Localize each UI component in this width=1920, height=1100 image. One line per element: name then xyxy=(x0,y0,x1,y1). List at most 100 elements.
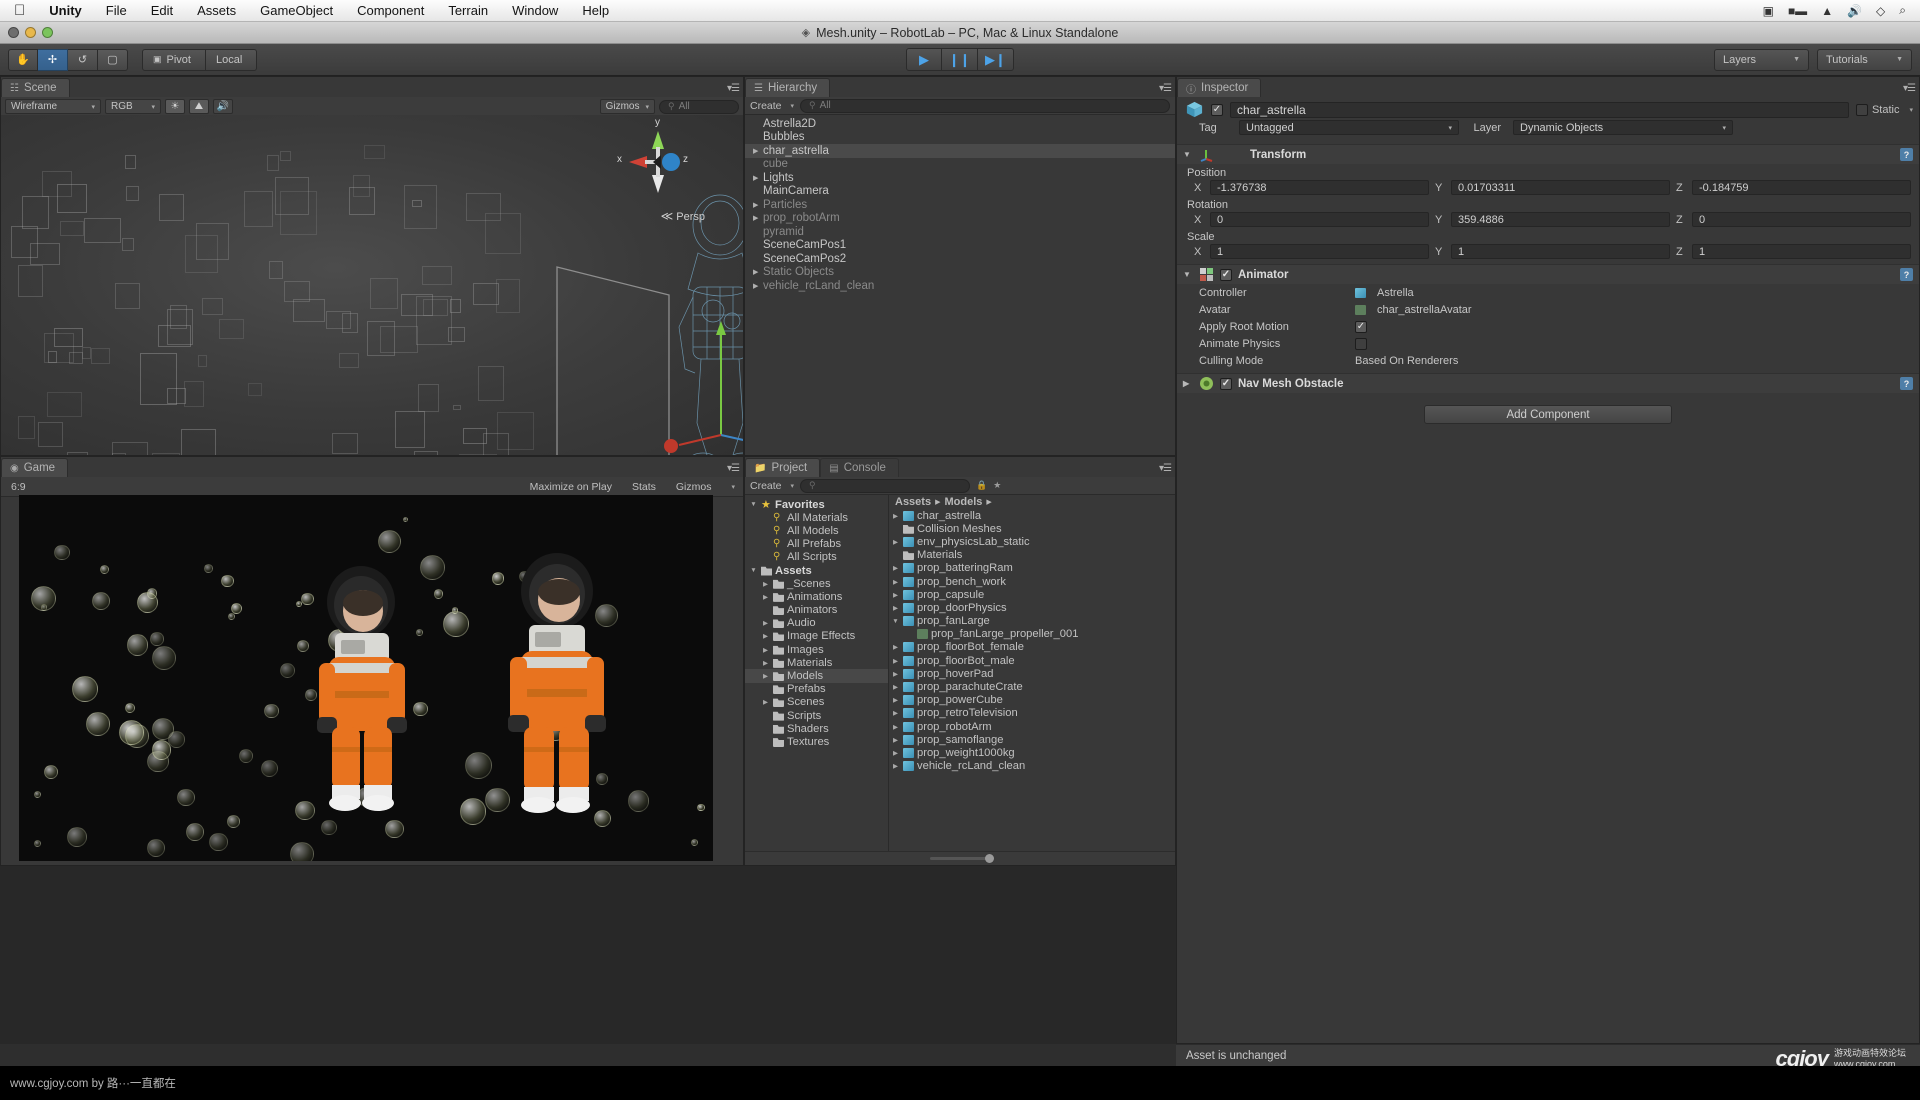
scene-menu-icon[interactable]: ▾☰ xyxy=(727,83,740,94)
asset-item-prop-doorphysics[interactable]: ▶ prop_doorPhysics xyxy=(889,601,1175,614)
layers-dropdown[interactable]: Layers ▼ xyxy=(1714,48,1809,71)
project-tree-item-assets[interactable]: ▼ Assets xyxy=(745,564,888,577)
skybox-icon[interactable]: ⛰ xyxy=(189,99,209,114)
add-component-button[interactable]: Add Component xyxy=(1424,405,1672,424)
chevron-right-icon[interactable]: ▶ xyxy=(891,670,900,678)
position-z-field[interactable]: -0.184759 xyxy=(1692,180,1911,195)
scene-viewport[interactable]: x y z ≪ Persp xyxy=(1,115,743,455)
chevron-right-icon[interactable]: ▶ xyxy=(753,282,763,290)
project-tree-item-animators[interactable]: ▶Animators xyxy=(745,604,888,617)
chevron-right-icon[interactable]: ▶ xyxy=(753,174,763,182)
audio-icon[interactable]: 🔊 xyxy=(213,99,233,114)
hierarchy-list[interactable]: ▶Astrella2D▶Bubbles▶char_astrella▶cube▶L… xyxy=(745,115,1175,455)
asset-item-prop-robotarm[interactable]: ▶ prop_robotArm xyxy=(889,720,1175,733)
space-toggle[interactable]: Local xyxy=(205,48,258,71)
animator-property-value[interactable]: char_astrellaAvatar xyxy=(1377,304,1472,316)
chevron-right-icon[interactable]: ▶ xyxy=(891,736,900,744)
chevron-right-icon[interactable]: ▶ xyxy=(761,646,770,654)
tag-dropdown[interactable]: Untagged ▾ xyxy=(1239,120,1459,135)
tab-game[interactable]: ◉ Game xyxy=(1,458,69,477)
project-tree-item--scenes[interactable]: ▶ _Scenes xyxy=(745,577,888,590)
scene-search-input[interactable]: ⚲ All xyxy=(659,99,739,114)
project-asset-list[interactable]: Assets▶Models▶ ▶char_astrella▶Collision … xyxy=(889,495,1175,851)
chevron-right-icon[interactable]: ▶ xyxy=(891,604,900,612)
color-mode-dropdown[interactable]: RGB ▾ xyxy=(105,99,161,114)
project-tree-item-all-prefabs[interactable]: ▶⚲All Prefabs xyxy=(745,538,888,551)
asset-item-collision-meshes[interactable]: ▶Collision Meshes xyxy=(889,522,1175,535)
menu-unity[interactable]: Unity xyxy=(37,0,94,22)
hierarchy-item-static-objects[interactable]: ▶ Static Objects xyxy=(745,266,1175,280)
animator-property-value[interactable]: Astrella xyxy=(1377,287,1414,299)
inspector-menu-icon[interactable]: ▾☰ xyxy=(1903,83,1916,94)
game-menu-icon[interactable]: ▾☰ xyxy=(727,463,740,474)
hierarchy-item-particles[interactable]: ▶ Particles xyxy=(745,198,1175,212)
lock-icon[interactable]: 🔒 xyxy=(976,480,987,491)
asset-item-prop-batteringram[interactable]: ▶ prop_batteringRam xyxy=(889,562,1175,575)
project-tree-item-shaders[interactable]: ▶Shaders xyxy=(745,722,888,735)
project-tree-item-scenes[interactable]: ▶ Scenes xyxy=(745,696,888,709)
project-menu-icon[interactable]: ▾☰ xyxy=(1159,463,1172,474)
chevron-right-icon[interactable]: ▶ xyxy=(761,672,770,680)
hierarchy-item-vehicle-rcland-clean[interactable]: ▶ vehicle_rcLand_clean xyxy=(745,279,1175,293)
layer-dropdown[interactable]: Dynamic Objects ▾ xyxy=(1513,120,1733,135)
menu-gameobject[interactable]: GameObject xyxy=(248,0,345,22)
chevron-right-icon[interactable]: ▶ xyxy=(891,564,900,572)
asset-item-prop-floorbot-male[interactable]: ▶ prop_floorBot_male xyxy=(889,654,1175,667)
hierarchy-search-input[interactable]: ⚲ All xyxy=(800,98,1170,113)
animator-enabled-checkbox[interactable]: ✓ xyxy=(1220,268,1232,281)
chevron-right-icon[interactable]: ▶ xyxy=(891,749,900,757)
apply-root-motion-checkbox[interactable]: ✓ xyxy=(1355,320,1367,333)
play-icon[interactable]: ▶ xyxy=(906,48,942,71)
gizmos-dropdown[interactable]: Gizmos ▾ xyxy=(599,99,655,114)
maximize-on-play-toggle[interactable]: Maximize on Play xyxy=(524,481,618,493)
chevron-right-icon[interactable]: ▶ xyxy=(891,709,900,717)
asset-item-prop-fanlarge-propeller-001[interactable]: ▶prop_fanLarge_propeller_001 xyxy=(889,628,1175,641)
chevron-right-icon[interactable]: ▶ xyxy=(753,147,763,155)
tab-hierarchy[interactable]: ☰ Hierarchy xyxy=(745,78,831,97)
asset-item-vehicle-rcland-clean[interactable]: ▶ vehicle_rcLand_clean xyxy=(889,760,1175,773)
chevron-right-icon[interactable]: ▶ xyxy=(891,762,900,770)
scene-projection-label[interactable]: ≪ Persp xyxy=(661,209,705,223)
tab-project[interactable]: 📁 Project xyxy=(745,458,821,477)
asset-item-prop-floorbot-female[interactable]: ▶ prop_floorBot_female xyxy=(889,641,1175,654)
chevron-right-icon[interactable]: ▶ xyxy=(761,698,770,706)
object-name-field[interactable]: char_astrella xyxy=(1230,101,1849,118)
project-tree-item-audio[interactable]: ▶ Audio xyxy=(745,617,888,630)
scale-z-field[interactable]: 1 xyxy=(1692,244,1911,259)
asset-item-prop-fanlarge[interactable]: ▼ prop_fanLarge xyxy=(889,615,1175,628)
chevron-down-icon[interactable]: ▼ xyxy=(749,501,758,508)
project-tree-item-favorites[interactable]: ▼ ★ Favorites xyxy=(745,498,888,511)
asset-item-prop-parachutecrate[interactable]: ▶ prop_parachuteCrate xyxy=(889,680,1175,693)
hierarchy-item-astrella2d[interactable]: ▶Astrella2D xyxy=(745,117,1175,131)
chevron-down-icon[interactable]: ▼ xyxy=(749,567,758,574)
orientation-gizmo[interactable]: x y z xyxy=(617,117,691,195)
chevron-right-icon[interactable]: ▶ xyxy=(761,580,770,588)
search-icon[interactable]: ⌕ xyxy=(1899,3,1906,18)
hierarchy-item-bubbles[interactable]: ▶Bubbles xyxy=(745,131,1175,145)
hierarchy-item-scenecampos1[interactable]: ▶SceneCamPos1 xyxy=(745,239,1175,253)
tab-console[interactable]: ▤ Console xyxy=(820,458,899,477)
chevron-right-icon[interactable]: ▶ xyxy=(753,214,763,222)
rotation-x-field[interactable]: 0 xyxy=(1210,212,1429,227)
stats-toggle[interactable]: Stats xyxy=(626,481,662,493)
screen-record-icon[interactable]: ▣ xyxy=(1763,4,1774,18)
animator-property-value[interactable]: Based On Renderers xyxy=(1355,355,1458,367)
hierarchy-item-prop-robotarm[interactable]: ▶ prop_robotArm xyxy=(745,212,1175,226)
project-search-input[interactable]: ⚲ xyxy=(800,478,971,493)
chevron-right-icon[interactable]: ▶ xyxy=(891,538,900,546)
wifi-icon[interactable]: ◇ xyxy=(1876,4,1885,18)
asset-item-prop-retrotelevision[interactable]: ▶ prop_retroTelevision xyxy=(889,707,1175,720)
asset-item-prop-powercube[interactable]: ▶ prop_powerCube xyxy=(889,694,1175,707)
chevron-right-icon[interactable]: ▶ xyxy=(891,591,900,599)
menu-component[interactable]: Component xyxy=(345,0,436,22)
project-tree-item-textures[interactable]: ▶Textures xyxy=(745,735,888,748)
scale-x-field[interactable]: 1 xyxy=(1210,244,1429,259)
chevron-down-icon[interactable]: ▼ xyxy=(891,618,900,625)
animator-component-header[interactable]: ▼ ✓ Animator ? xyxy=(1177,264,1919,284)
chevron-right-icon[interactable]: ▶ xyxy=(891,657,900,665)
breadcrumb-item[interactable]: Assets xyxy=(895,496,931,508)
project-tree-item-images[interactable]: ▶ Images xyxy=(745,643,888,656)
chevron-right-icon[interactable]: ▶ xyxy=(891,643,900,651)
menu-file[interactable]: File xyxy=(94,0,139,22)
game-viewport[interactable] xyxy=(19,495,713,861)
